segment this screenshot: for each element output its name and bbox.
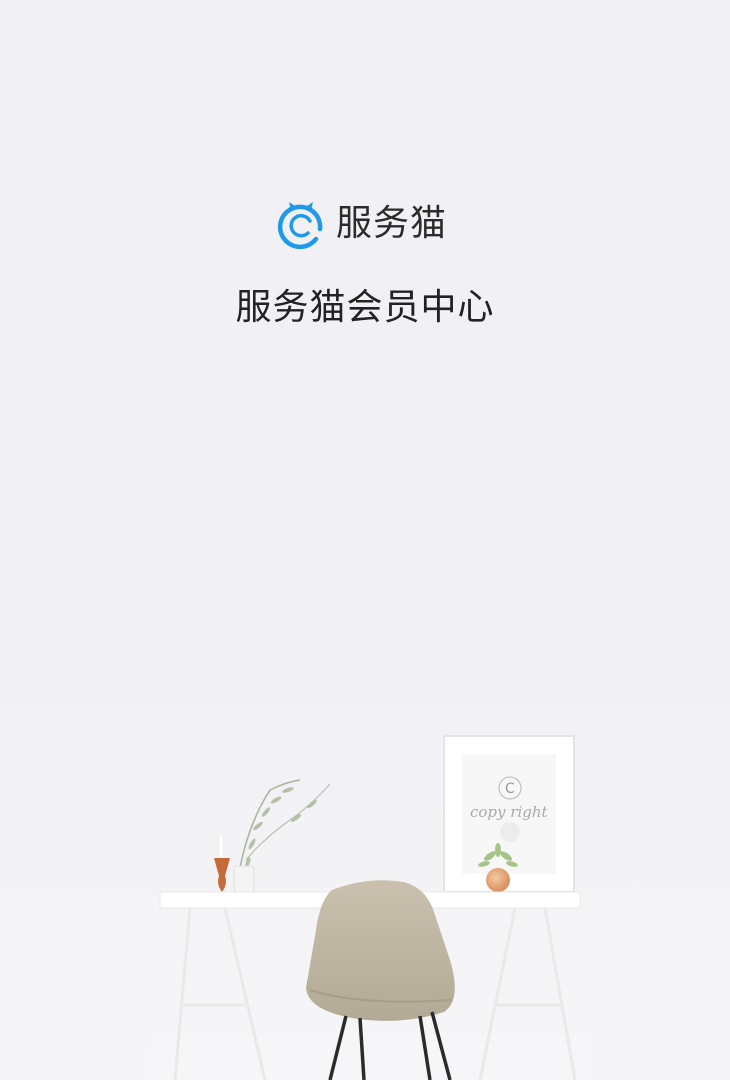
- frame-caption: copy right: [470, 803, 549, 821]
- frame-mark: C: [505, 781, 515, 797]
- picture-frame: C copy right: [443, 735, 575, 893]
- desk-illustration: C copy right: [150, 700, 590, 1080]
- brand-header: 服务猫: [276, 198, 447, 250]
- splash-screen: C copy right 服务猫 服务猫会员中心: [0, 0, 730, 1080]
- page-title: 服务猫会员中心: [235, 287, 495, 328]
- cat-c-logo-icon: [277, 202, 323, 249]
- brand-name: 服务猫: [336, 203, 448, 244]
